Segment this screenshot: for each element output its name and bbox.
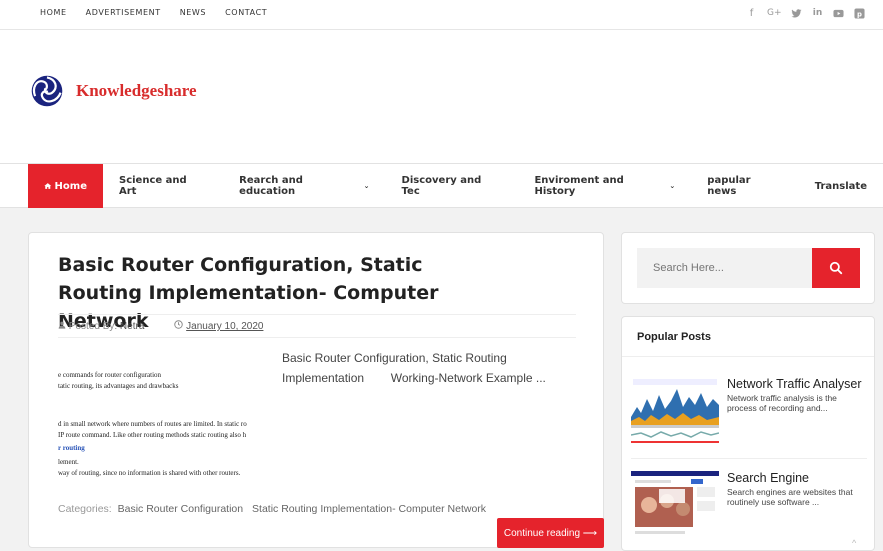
twitter-icon[interactable] <box>791 8 802 19</box>
popular-post-title[interactable]: Network Traffic Analyser <box>727 377 862 391</box>
site-logo[interactable]: Knowledgeshare <box>30 74 197 108</box>
youtube-icon[interactable] <box>833 8 844 19</box>
topnav-news[interactable]: NEWS <box>180 8 206 17</box>
pinterest-icon[interactable]: p <box>854 8 865 19</box>
thumb-line: d in small network where numbers of rout… <box>58 420 247 428</box>
post-author: Posted By: Netra <box>58 321 144 332</box>
home-icon <box>44 183 52 189</box>
top-bar: HOME ADVERTISEMENT NEWS CONTACT f G+ in … <box>0 0 883 30</box>
thumb-line: lement. <box>58 458 79 466</box>
nav-item-discovery-and-tec[interactable]: Discovery and Tec <box>386 164 519 208</box>
search-icon <box>829 261 843 275</box>
nav-item-rearch-and-education[interactable]: Rearch and education ⌄ <box>223 164 385 208</box>
thumb-line: way of routing, since no information is … <box>58 469 241 477</box>
divider <box>631 458 867 459</box>
user-icon <box>58 321 66 329</box>
post-categories: Categories: Basic Router Configuration S… <box>58 503 486 515</box>
post-date[interactable]: January 10, 2020 <box>186 321 263 332</box>
popular-post-item[interactable]: Search Engine Search engines are website… <box>631 471 871 546</box>
post-date-wrap: January 10, 2020 <box>174 320 263 332</box>
nav-item-papular-news[interactable]: papular news <box>691 164 799 208</box>
popular-post-thumbnail[interactable] <box>631 471 719 541</box>
topnav-contact[interactable]: CONTACT <box>225 8 267 17</box>
popular-posts-heading: Popular Posts <box>622 317 874 357</box>
categories-label: Categories: <box>58 503 112 515</box>
google-plus-icon[interactable]: G+ <box>767 8 782 19</box>
popular-post-item[interactable]: Network Traffic Analyser Network traffic… <box>631 377 871 452</box>
nav-item-label: Translate <box>814 180 867 192</box>
nav-item-home-label: Home <box>54 180 87 192</box>
nav-item-label: Rearch and education <box>239 175 303 197</box>
posted-by-label: Posted By: <box>68 320 118 332</box>
site-header: Knowledgeshare <box>0 30 883 163</box>
category-link[interactable]: Basic Router Configuration <box>118 503 243 515</box>
nav-item-label: Discovery and Tec <box>401 175 482 197</box>
logo-swirl-icon <box>31 75 63 107</box>
nav-item-translate[interactable]: Translate <box>799 164 883 208</box>
topnav-home[interactable]: HOME <box>40 8 67 17</box>
facebook-icon[interactable]: f <box>746 8 757 19</box>
top-nav: HOME ADVERTISEMENT NEWS CONTACT <box>40 8 267 17</box>
category-link[interactable]: Static Routing Implementation- Computer … <box>252 503 486 515</box>
nav-item-label: Science and Art <box>119 175 187 197</box>
thumb-line: tatic routing, its advantages and drawba… <box>58 382 179 390</box>
nav-item-science-and-art[interactable]: Science and Art <box>103 164 223 208</box>
post-meta: Posted By: Netra January 10, 2020 <box>58 314 576 338</box>
clock-icon <box>174 320 184 329</box>
linkedin-icon[interactable]: in <box>812 8 823 19</box>
popular-post-desc: Search engines are websites that routine… <box>727 487 853 507</box>
search-button[interactable] <box>812 248 860 288</box>
search-input[interactable] <box>637 248 812 288</box>
author-name[interactable]: Netra <box>120 321 144 332</box>
post-card: Basic Router Configuration, Static Routi… <box>28 232 604 548</box>
thumb-line: IP route command. Like other routing met… <box>58 431 247 439</box>
continue-reading-button[interactable]: Continue reading ⟶ <box>497 518 604 548</box>
chevron-down-icon: ⌄ <box>363 182 370 190</box>
chevron-down-icon: ⌄ <box>669 182 676 190</box>
scroll-up-icon[interactable]: ^ <box>852 538 862 548</box>
popular-post-thumbnail[interactable] <box>631 377 719 447</box>
topnav-advertisement[interactable]: ADVERTISEMENT <box>86 8 161 17</box>
social-links: f G+ in p <box>746 8 865 19</box>
nav-item-label: Enviroment and History <box>534 175 624 197</box>
nav-item-home[interactable]: Home <box>28 164 103 208</box>
nav-item-enviroment-and-history[interactable]: Enviroment and History ⌄ <box>518 164 691 208</box>
logo-text: Knowledgeshare <box>76 81 197 100</box>
post-thumbnail[interactable]: e commands for router configuration tati… <box>58 359 266 479</box>
thumb-line: e commands for router configuration <box>58 371 162 379</box>
main-nav: Home Science and Art Rearch and educatio… <box>0 163 883 208</box>
popular-post-desc: Network traffic analysis is the process … <box>727 393 837 413</box>
nav-item-label: papular news <box>707 175 751 197</box>
popular-posts-widget: Popular Posts Network Traffic Analyser N… <box>621 316 875 551</box>
post-excerpt: Basic Router Configuration, Static Routi… <box>282 351 546 385</box>
thumb-line: r routing <box>58 444 85 452</box>
popular-post-title[interactable]: Search Engine <box>727 471 809 485</box>
search-widget <box>621 232 875 304</box>
svg-text:p: p <box>857 10 862 18</box>
